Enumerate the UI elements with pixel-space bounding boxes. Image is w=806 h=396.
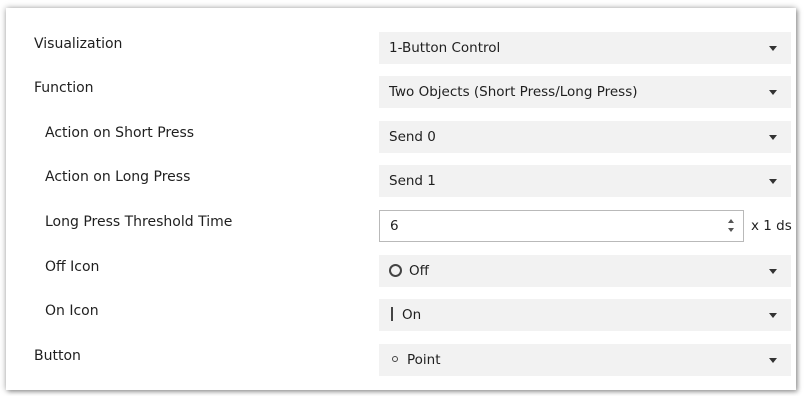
param-label-off-icon: Off Icon <box>45 259 100 275</box>
param-label-threshold-time: Long Press Threshold Time <box>45 214 233 230</box>
chevron-down-icon[interactable] <box>769 269 777 274</box>
chevron-down-icon[interactable] <box>769 135 777 140</box>
chevron-down-icon[interactable] <box>769 46 777 51</box>
spin-down-icon[interactable] <box>728 228 734 232</box>
off-icon-dropdown[interactable]: Off <box>379 255 791 287</box>
on-icon-dropdown[interactable]: On <box>379 299 791 331</box>
off-icon-value: Off <box>409 263 429 279</box>
param-row-short-press: Action on Short Press Send 0 <box>6 116 796 153</box>
function-value: Two Objects (Short Press/Long Press) <box>389 84 638 100</box>
threshold-time-value: 6 <box>390 218 399 234</box>
chevron-down-icon[interactable] <box>769 358 777 363</box>
visualization-value: 1-Button Control <box>389 40 501 56</box>
button-style-dropdown[interactable]: Point <box>379 344 791 376</box>
param-label-function: Function <box>34 80 94 96</box>
short-press-action-value: Send 0 <box>389 129 436 145</box>
bar-icon <box>391 307 393 321</box>
button-style-value: Point <box>407 352 441 368</box>
param-label-short-press: Action on Short Press <box>45 125 195 141</box>
param-row-long-press: Action on Long Press Send 1 <box>6 160 796 197</box>
chevron-down-icon[interactable] <box>769 90 777 95</box>
param-label-long-press: Action on Long Press <box>45 169 191 185</box>
threshold-time-unit: x 1 ds <box>751 218 792 234</box>
param-row-threshold-time: Long Press Threshold Time 6 x 1 ds <box>6 205 796 242</box>
threshold-time-input[interactable]: 6 <box>379 210 744 242</box>
spin-up-icon[interactable] <box>728 219 734 223</box>
param-row-button: Button Point <box>6 339 796 376</box>
on-icon-option: On <box>389 299 421 331</box>
off-icon-option: Off <box>389 255 429 287</box>
parameter-panel: Visualization 1-Button Control Function … <box>6 8 796 390</box>
param-row-function: Function Two Objects (Short Press/Long P… <box>6 71 796 108</box>
param-label-on-icon: On Icon <box>45 303 99 319</box>
dot-icon <box>392 356 398 362</box>
long-press-action-value: Send 1 <box>389 173 436 189</box>
param-label-button: Button <box>34 348 81 364</box>
long-press-action-dropdown[interactable]: Send 1 <box>379 165 791 197</box>
param-row-off-icon: Off Icon Off <box>6 250 796 287</box>
chevron-down-icon[interactable] <box>769 313 777 318</box>
on-icon-value: On <box>402 307 422 323</box>
button-style-option: Point <box>389 344 441 376</box>
ring-icon <box>389 263 402 277</box>
function-dropdown[interactable]: Two Objects (Short Press/Long Press) <box>379 76 791 108</box>
short-press-action-dropdown[interactable]: Send 0 <box>379 121 791 153</box>
param-row-on-icon: On Icon On <box>6 294 796 331</box>
param-row-visualization: Visualization 1-Button Control <box>6 27 796 64</box>
param-label-visualization: Visualization <box>34 36 123 52</box>
visualization-dropdown[interactable]: 1-Button Control <box>379 32 791 64</box>
chevron-down-icon[interactable] <box>769 179 777 184</box>
